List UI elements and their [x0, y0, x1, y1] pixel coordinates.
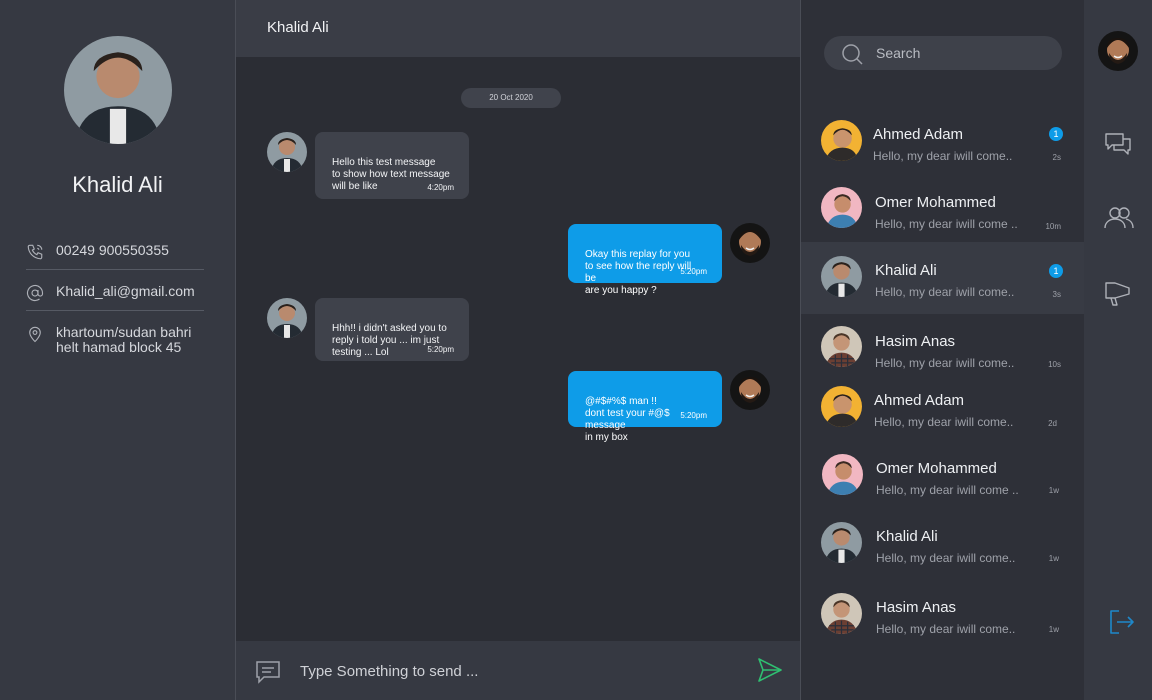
chat-title: Khalid Ali [267, 19, 329, 36]
my-avatar[interactable] [730, 223, 770, 263]
outgoing-message: Okay this replay for you to see how the … [568, 224, 722, 296]
message-time: 4:20pm [427, 183, 454, 192]
contact-name: Khalid Ali [875, 262, 937, 279]
message-icon [255, 660, 281, 689]
contact-item[interactable]: Ahmed Adam Hello, my dear iwill come.. 2… [801, 374, 1084, 446]
contact-preview: Hello, my dear iwill come.. [876, 622, 1016, 636]
message-time: 5:20pm [427, 345, 454, 354]
contact-preview: Hello, my dear iwill come.. [873, 149, 1013, 163]
contact-name: Khalid Ali [876, 528, 938, 545]
contact-time: 10m [1045, 222, 1061, 231]
message-input[interactable] [300, 658, 740, 684]
email-address: Khalid_ali@gmail.com [56, 283, 195, 299]
search-icon[interactable] [841, 43, 863, 70]
location-pin-icon [26, 325, 56, 343]
chat-panel: Khalid Ali 20 Oct 2020 Hello this test m… [235, 0, 801, 700]
message-text: Okay this replay for you to see how the … [585, 249, 692, 296]
contact-time: 1w [1048, 486, 1059, 495]
nav-rail [1084, 0, 1152, 700]
contact-name: Hasim Anas [876, 599, 957, 616]
contact-preview: Hello, my dear iwill come.. [875, 356, 1015, 370]
contact-name: Ahmed Adam [873, 126, 964, 143]
contact-item[interactable]: Hasim Anas Hello, my dear iwill come.. 1… [801, 580, 1084, 652]
incoming-message: Hello this test message to show how text… [315, 132, 469, 199]
contact-item[interactable]: Ahmed Adam Hello, my dear iwill come.. 1… [801, 106, 1084, 178]
logout-icon[interactable] [1109, 608, 1135, 641]
contact-time: 1w [1048, 554, 1059, 563]
phone-icon [26, 243, 56, 261]
user-avatar[interactable] [1098, 31, 1138, 71]
contact-item[interactable]: Omer Mohammed Hello, my dear iwill come … [801, 174, 1084, 246]
my-avatar[interactable] [730, 370, 770, 410]
outgoing-message: @#$#%$ man !! dont test your #@$ message… [568, 371, 722, 443]
unread-badge: 1 [1049, 127, 1063, 141]
date-separator: 20 Oct 2020 [461, 88, 561, 108]
contact-time: 2d [1048, 419, 1057, 428]
contact-preview: Hello, my dear iwill come .. [876, 483, 1019, 497]
contact-time: 10s [1048, 360, 1061, 369]
contact-name: Omer Mohammed [876, 460, 997, 477]
contact-name: Hasim Anas [875, 333, 956, 350]
message-text: @#$#%$ man !! dont test your #@$ message… [585, 396, 670, 443]
contact-preview: Hello, my dear iwill come.. [876, 551, 1016, 565]
email-row: Khalid_ali@gmail.com [26, 284, 204, 302]
message-composer [236, 641, 800, 700]
contact-item[interactable]: Omer Mohammed Hello, my dear iwill come … [801, 440, 1084, 512]
contact-avatar [821, 386, 862, 427]
message-time: 5:20pm [680, 267, 707, 276]
at-sign-icon [26, 284, 56, 302]
chat-bubbles-icon[interactable] [1104, 130, 1132, 163]
divider [26, 269, 204, 270]
divider [26, 310, 204, 311]
profile-panel: Khalid Ali 00249 900550355 Khalid_ali@gm… [0, 0, 235, 700]
contacts-panel: Ahmed Adam Hello, my dear iwill come.. 1… [801, 0, 1084, 700]
contact-time: 2s [1052, 153, 1061, 162]
search-input[interactable] [876, 44, 1046, 62]
address-row: khartoum/sudan bahri helt hamad block 45 [26, 325, 204, 355]
unread-badge: 1 [1049, 264, 1063, 278]
contact-avatar [821, 256, 862, 297]
contact-name: Ahmed Adam [874, 392, 965, 409]
contact-avatar [821, 120, 862, 161]
contact-preview: Hello, my dear iwill come.. [874, 415, 1014, 429]
contact-avatar [821, 522, 862, 563]
contact-preview: Hello, my dear iwill come .. [875, 217, 1018, 231]
send-icon[interactable] [756, 656, 784, 689]
contact-avatar [821, 326, 862, 367]
contact-item-active[interactable]: Khalid Ali Hello, my dear iwill come.. 1… [801, 242, 1084, 314]
contact-avatar [822, 454, 863, 495]
sender-avatar[interactable] [267, 298, 307, 338]
contact-avatar [821, 593, 862, 634]
megaphone-icon[interactable] [1104, 279, 1132, 312]
address: khartoum/sudan bahri helt hamad block 45 [56, 324, 192, 355]
profile-avatar [64, 36, 172, 144]
contact-time: 1w [1048, 625, 1059, 634]
phone-row: 00249 900550355 [26, 243, 204, 261]
message-time: 5:20pm [680, 411, 707, 420]
contact-item[interactable]: Khalid Ali Hello, my dear iwill come.. 1… [801, 508, 1084, 580]
contact-avatar [821, 187, 862, 228]
contact-name: Omer Mohammed [875, 194, 996, 211]
search-bar [824, 36, 1062, 70]
contact-preview: Hello, my dear iwill come.. [875, 285, 1015, 299]
profile-name: Khalid Ali [72, 172, 163, 197]
phone-number: 00249 900550355 [56, 242, 169, 258]
chat-header: Khalid Ali [236, 0, 800, 57]
contact-time: 3s [1052, 290, 1061, 299]
users-icon[interactable] [1104, 204, 1134, 237]
sender-avatar[interactable] [267, 132, 307, 172]
incoming-message: Hhh!! i didn't asked you to reply i told… [315, 298, 469, 361]
